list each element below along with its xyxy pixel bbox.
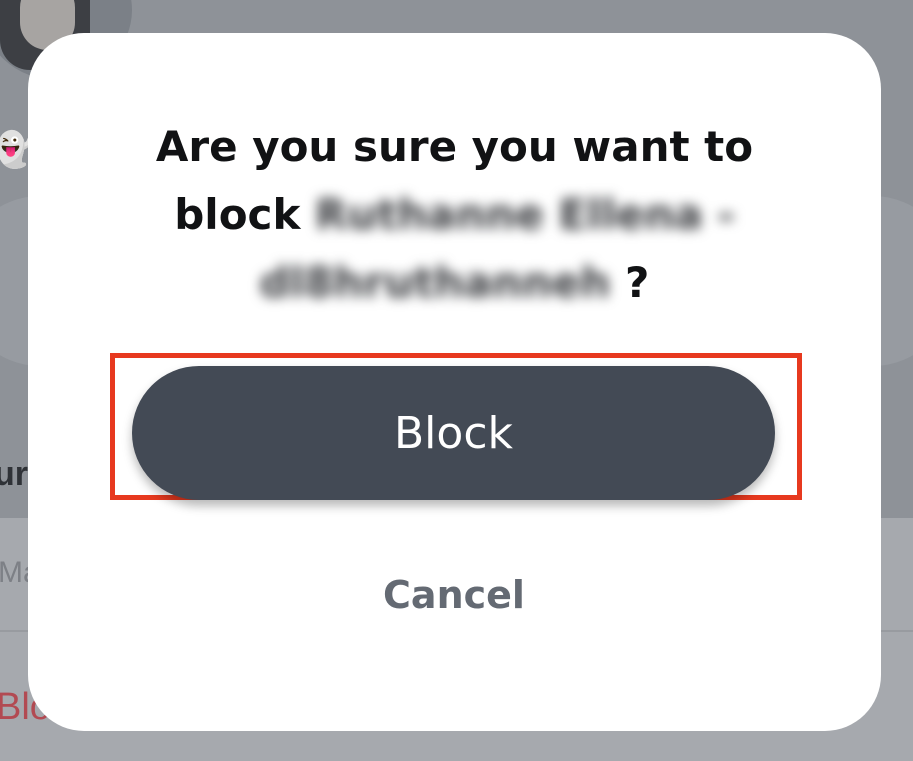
block-confirm-dialog: Are you sure you want to block Ruthanne …	[28, 33, 881, 731]
blocked-user-name: Ruthanne Ellena - dl8hruthanneh	[259, 190, 735, 307]
question-suffix: ?	[624, 258, 650, 307]
screen: 👻 ur Ma Blo Are you sure you want to blo…	[0, 0, 913, 761]
snapchat-ghost-icon: 👻	[0, 130, 33, 170]
background-section-heading: ur	[0, 455, 28, 493]
cancel-button[interactable]: Cancel	[254, 560, 654, 630]
block-button[interactable]: Block	[132, 366, 775, 500]
dialog-question: Are you sure you want to block Ruthanne …	[88, 113, 821, 317]
